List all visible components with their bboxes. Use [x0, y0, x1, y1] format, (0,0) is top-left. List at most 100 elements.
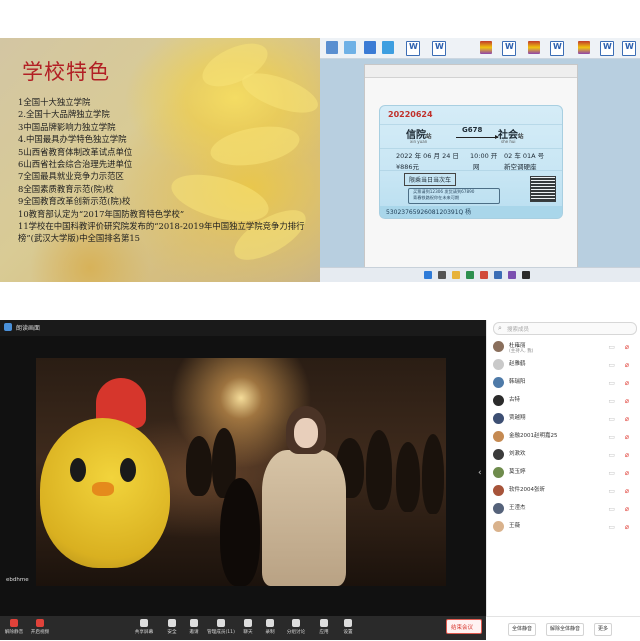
camera-off-icon: ▭ [608, 397, 615, 405]
participant-name: 王滢杰 [509, 505, 526, 511]
toolbar-button[interactable]: 分组讨论 [284, 616, 308, 640]
toolbar-button[interactable]: 设置 [336, 616, 360, 640]
crowd-figure [366, 430, 392, 510]
end-meeting-button[interactable]: 结束会议 [446, 619, 482, 634]
mute-all-button[interactable]: 全体静音 [508, 623, 537, 636]
toolbar-button[interactable]: 安全 [160, 616, 184, 640]
participant-item[interactable]: 赵雅鹤 ▭ ⌀ [487, 356, 640, 374]
toolbar-button-label: 应用 [319, 630, 329, 635]
archive-file-icon[interactable] [480, 41, 492, 54]
participant-item[interactable]: 杜雍丽 (主持人, 我) ▭ ⌀ [487, 338, 640, 356]
toolbar-button[interactable]: 邀请 [182, 616, 206, 640]
ticket-arrow [456, 135, 499, 139]
ticket-car-class: 新空调硬座 [504, 163, 537, 171]
search-icon[interactable] [438, 271, 446, 279]
folder-icon[interactable] [452, 271, 460, 279]
qr-code-icon [530, 176, 556, 202]
toolbar-button-label: 聊天 [243, 630, 253, 635]
app-icon[interactable] [494, 271, 502, 279]
word-document-icon[interactable] [406, 41, 420, 56]
shared-desktop: 20220624 信院站 G678 社会站 xin yuan she hui 2… [320, 38, 640, 282]
participant-item[interactable]: 贾越翔 ▭ ⌀ [487, 410, 640, 428]
toolbar-button[interactable]: 聊天 [236, 616, 260, 640]
toolbar-button[interactable]: 应用 [312, 616, 336, 640]
app-icon[interactable] [326, 41, 338, 54]
participant-item[interactable]: 韩瑞阳 ▭ ⌀ [487, 374, 640, 392]
ticket-pattern-line [380, 148, 562, 149]
app-icon[interactable] [466, 271, 474, 279]
mic-muted-icon[interactable]: ⌀ [625, 397, 629, 405]
toolbar-button[interactable]: 解除静音 [2, 616, 26, 640]
window-title-bar[interactable] [365, 65, 577, 78]
ticket-price: ¥886元 [396, 163, 420, 171]
ticket-notice-line: 青春铁路祝你在未来可期 [413, 195, 460, 200]
word-document-icon[interactable] [550, 41, 564, 56]
participant-item[interactable]: 软件2004张昕 ▭ ⌀ [487, 482, 640, 500]
slide-feature-item: 7全国最具就业竞争力示范区 [18, 171, 124, 182]
camera-off-icon: ▭ [608, 415, 615, 423]
station-suffix: 站 [518, 134, 524, 140]
from-station-pinyin: xin yuan [410, 139, 428, 144]
mic-muted-icon[interactable]: ⌀ [625, 451, 629, 459]
toolbar-button[interactable]: 录制 [258, 616, 282, 640]
meeting-view-label[interactable]: 朗读画面 [16, 323, 40, 332]
participant-item[interactable]: 王滢杰 ▭ ⌀ [487, 500, 640, 518]
video-caption: ebdhme [6, 577, 29, 583]
word-document-icon[interactable] [622, 41, 636, 56]
app-icon[interactable] [382, 41, 394, 54]
crowd-figure [186, 436, 212, 496]
mic-muted-icon[interactable]: ⌀ [625, 433, 629, 441]
app-icon[interactable] [344, 41, 356, 54]
avatar [493, 503, 504, 514]
participant-item[interactable]: 古特 ▭ ⌀ [487, 392, 640, 410]
windows-start-icon[interactable] [424, 271, 432, 279]
avatar [493, 467, 504, 478]
slide-feature-item: 8全国素质教育示范(院)校 [18, 183, 114, 194]
slide-feature-item: 10教育部认定为“2017年国防教育特色学校” [18, 208, 185, 219]
app-icon[interactable] [364, 41, 376, 54]
to-station-pinyin: she hui [501, 139, 516, 144]
mic-muted-icon[interactable]: ⌀ [625, 523, 629, 531]
slide-title: 学校特色 [22, 60, 110, 84]
participant-item[interactable]: 莫玉婷 ▭ ⌀ [487, 464, 640, 482]
invite-icon [190, 619, 198, 627]
mascot-beak [92, 482, 114, 496]
shared-video[interactable] [36, 358, 446, 586]
mic-muted-icon[interactable]: ⌀ [625, 487, 629, 495]
camera-off-icon [36, 619, 44, 627]
unmute-all-button[interactable]: 解除全体静音 [546, 623, 585, 636]
mic-muted-icon[interactable]: ⌀ [625, 379, 629, 387]
toolbar-button[interactable]: 共享屏幕 [132, 616, 156, 640]
ticket-pattern-line [380, 124, 562, 125]
app-icon[interactable] [522, 271, 530, 279]
participants-icon [217, 619, 225, 627]
participant-item[interactable]: 金融2001赵明嘉25 ▭ ⌀ [487, 428, 640, 446]
search-input[interactable]: ⌕ 搜索成员 [493, 322, 637, 335]
avatar [493, 341, 504, 352]
chevron-left-icon[interactable]: ‹ [478, 468, 482, 478]
word-document-icon[interactable] [432, 41, 446, 56]
app-icon[interactable] [480, 271, 488, 279]
more-button[interactable]: 更多 [594, 623, 613, 636]
mic-muted-icon[interactable]: ⌀ [625, 469, 629, 477]
toolbar-button[interactable]: 管理成员(11) [204, 616, 238, 640]
participant-item[interactable]: 刘漱欢 ▭ ⌀ [487, 446, 640, 464]
shield-icon [4, 323, 12, 331]
participant-name: 贾越翔 [509, 415, 526, 421]
word-document-icon[interactable] [600, 41, 614, 56]
end-meeting-label: 结束会议 [451, 625, 474, 631]
toolbar-button[interactable]: 开启视频 [28, 616, 52, 640]
mic-muted-icon[interactable]: ⌀ [625, 505, 629, 513]
app-icon[interactable] [508, 271, 516, 279]
word-document-icon[interactable] [502, 41, 516, 56]
archive-file-icon[interactable] [578, 41, 590, 54]
mic-muted-icon[interactable]: ⌀ [625, 415, 629, 423]
mic-muted-icon[interactable]: ⌀ [625, 361, 629, 369]
mic-muted-icon[interactable]: ⌀ [625, 343, 629, 351]
archive-file-icon[interactable] [528, 41, 540, 54]
slide-feature-item: 4.中国最具办学特色独立学院 [18, 134, 127, 145]
crowd-figure [396, 442, 420, 512]
toolbar-button-label: 共享屏幕 [134, 630, 154, 635]
ticket-note: 限乘当日当次车 [404, 173, 457, 186]
participant-item[interactable]: 王薇 ▭ ⌀ [487, 518, 640, 536]
